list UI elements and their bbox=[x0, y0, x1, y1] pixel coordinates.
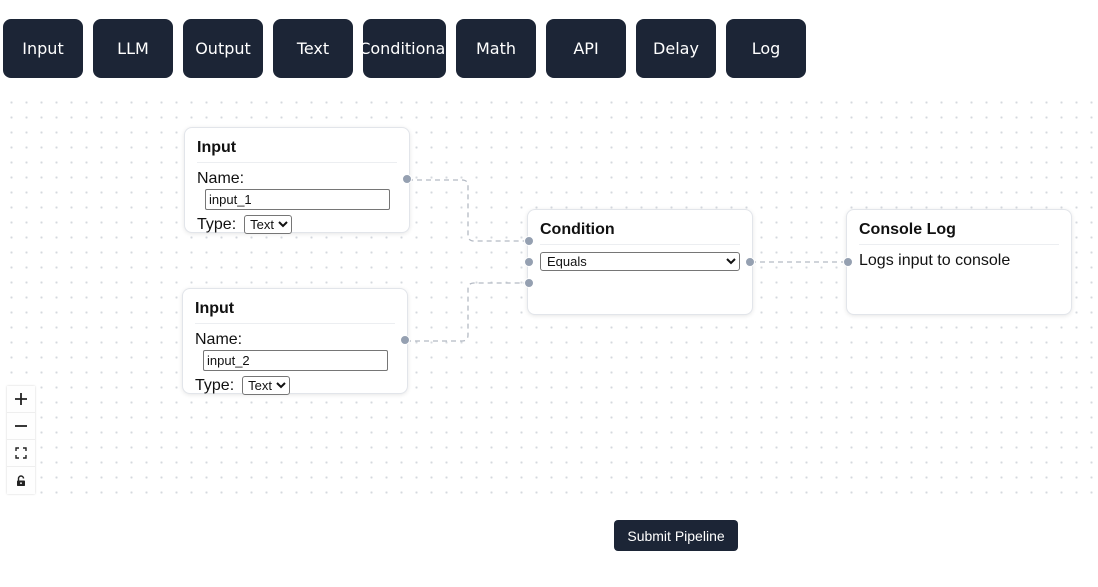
name-input[interactable] bbox=[203, 350, 388, 371]
plus-icon bbox=[15, 393, 27, 405]
node-title: Input bbox=[197, 139, 397, 163]
condition-input-handle-1[interactable] bbox=[524, 236, 534, 246]
name-label: Name: bbox=[195, 331, 243, 348]
consolelog-input-handle[interactable] bbox=[843, 257, 853, 267]
toolbar-delay-button[interactable]: Delay bbox=[636, 19, 716, 78]
input-node-1[interactable]: Input Name: Type: Text bbox=[184, 127, 410, 234]
toolbar-math-button[interactable]: Math bbox=[456, 19, 536, 78]
console-log-node[interactable]: Console Log Logs input to console bbox=[846, 209, 1072, 315]
minus-icon bbox=[15, 425, 27, 427]
condition-node[interactable]: Condition Equals bbox=[527, 209, 753, 315]
toolbar-input-button[interactable]: Input bbox=[3, 19, 83, 78]
zoom-in-button[interactable] bbox=[7, 386, 35, 413]
toolbar-output-button[interactable]: Output bbox=[183, 19, 263, 78]
condition-input-handle-2[interactable] bbox=[524, 257, 534, 267]
node-title: Input bbox=[195, 300, 395, 324]
fit-view-icon bbox=[15, 447, 27, 459]
type-select[interactable]: Text bbox=[242, 376, 291, 395]
condition-output-handle[interactable] bbox=[745, 257, 755, 267]
toolbar-text-button[interactable]: Text bbox=[273, 19, 353, 78]
type-row: Type: Text bbox=[197, 215, 397, 234]
canvas-controls bbox=[7, 386, 35, 494]
name-input[interactable] bbox=[205, 189, 390, 210]
pipeline-builder-app: Input LLM Output Text Conditional Math A… bbox=[0, 0, 1098, 587]
toggle-interactivity-button[interactable] bbox=[7, 467, 35, 494]
type-select[interactable]: Text bbox=[244, 215, 293, 234]
node-description: Logs input to console bbox=[859, 252, 1011, 269]
type-label: Type: bbox=[195, 376, 235, 394]
toolbar-conditional-button[interactable]: Conditional bbox=[363, 19, 446, 78]
toolbar-log-button[interactable]: Log bbox=[726, 19, 806, 78]
zoom-out-button[interactable] bbox=[7, 413, 35, 440]
fit-view-button[interactable] bbox=[7, 440, 35, 467]
node-title: Condition bbox=[540, 221, 740, 245]
node-title: Console Log bbox=[859, 221, 1059, 245]
toolbar-llm-button[interactable]: LLM bbox=[93, 19, 173, 78]
input2-output-handle[interactable] bbox=[400, 335, 410, 345]
toolbar-api-button[interactable]: API bbox=[546, 19, 626, 78]
lock-icon bbox=[17, 474, 25, 486]
type-label: Type: bbox=[197, 215, 237, 233]
operator-select[interactable]: Equals bbox=[540, 252, 740, 271]
condition-input-handle-3[interactable] bbox=[524, 278, 534, 288]
type-row: Type: Text bbox=[195, 376, 395, 395]
node-toolbar: Input LLM Output Text Conditional Math A… bbox=[0, 0, 1098, 90]
input1-output-handle[interactable] bbox=[402, 174, 412, 184]
submit-pipeline-button[interactable]: Submit Pipeline bbox=[614, 520, 738, 551]
input-node-2[interactable]: Input Name: Type: Text bbox=[182, 288, 408, 395]
name-label: Name: bbox=[197, 170, 245, 187]
